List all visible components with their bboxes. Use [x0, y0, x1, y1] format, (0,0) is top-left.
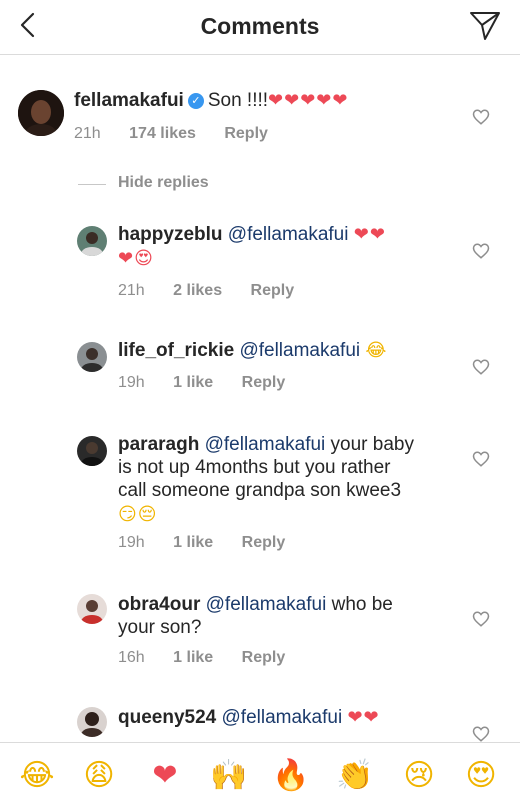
comment-time: 19h [118, 374, 145, 391]
like-heart-icon[interactable] [472, 108, 490, 126]
comment-meta: 16h 1 like Reply [118, 649, 309, 667]
fire-emoji-button[interactable]: 🔥 [272, 757, 310, 795]
heart-eyes-emoji-button[interactable]: 😍 [462, 757, 500, 795]
emoji-quick-bar: 😂 😩 ❤ 🙌 🔥 👏 😢 😍 [0, 742, 520, 801]
comment-text: is not up 4months but you rather [118, 457, 391, 478]
emoji-line: ❤😍 [118, 248, 154, 269]
comment-username[interactable]: queeny524 [118, 707, 216, 728]
emoji-line: 😏😔 [118, 504, 158, 525]
avatar[interactable] [77, 226, 107, 256]
comment-username[interactable]: pararagh [118, 434, 199, 455]
comment-text: your son? [118, 617, 202, 638]
comment-text: Son !!!! [207, 90, 269, 111]
comment-meta: 19h 1 like Reply [118, 534, 309, 552]
like-heart-icon[interactable] [472, 450, 490, 468]
comment-likes[interactable]: 174 likes [129, 125, 196, 142]
comment-time: 19h [118, 534, 145, 551]
mention-link[interactable]: @fellamakafui [222, 707, 343, 728]
mention-link[interactable]: @fellamakafui [206, 594, 327, 615]
like-heart-icon[interactable] [472, 610, 490, 628]
comment-username[interactable]: obra4our [118, 594, 200, 615]
comment-text: your baby [330, 434, 414, 455]
header-bar: Comments [0, 0, 520, 55]
page-title: Comments [200, 13, 320, 39]
verified-badge-icon: ✓ [187, 93, 204, 109]
weary-emoji-button[interactable]: 😩 [80, 757, 118, 795]
comment-time: 21h [118, 282, 145, 299]
comment-username[interactable]: fellamakafui [74, 90, 184, 111]
comment-username[interactable]: happyzeblu [118, 224, 223, 245]
raised-hands-emoji-button[interactable]: 🙌 [210, 757, 248, 795]
hide-replies-divider [78, 184, 106, 185]
heart-emojis: ❤❤ [353, 224, 386, 245]
comment-text: call someone grandpa son kwee3 [118, 480, 402, 501]
reply-button[interactable]: Reply [242, 374, 286, 391]
like-heart-icon[interactable] [472, 358, 490, 376]
crying-emoji-button[interactable]: 😢 [400, 757, 438, 795]
reply-button[interactable]: Reply [242, 649, 286, 666]
mention-link[interactable]: @fellamakafui [228, 224, 349, 245]
laughing-emoji-button[interactable]: 😂 [18, 757, 56, 795]
comment-meta: 21h 2 likes Reply [118, 282, 318, 300]
avatar[interactable] [18, 90, 64, 136]
hide-replies-button[interactable]: Hide replies [118, 174, 209, 192]
mention-link[interactable]: @fellamakafui [239, 340, 360, 361]
avatar[interactable] [77, 342, 107, 372]
comment-likes[interactable]: 1 like [173, 649, 213, 666]
comment-username[interactable]: life_of_rickie [118, 340, 234, 361]
reply-button[interactable]: Reply [224, 125, 268, 142]
avatar[interactable] [77, 594, 107, 624]
comment-time: 16h [118, 649, 145, 666]
comment-likes[interactable]: 1 like [173, 374, 213, 391]
reply-button[interactable]: Reply [242, 534, 286, 551]
clapping-emoji-button[interactable]: 👏 [336, 757, 374, 795]
avatar[interactable] [77, 436, 107, 466]
mention-link[interactable]: @fellamakafui [205, 434, 326, 455]
comment-meta: 21h 174 likes Reply [74, 125, 292, 143]
comment-likes[interactable]: 1 like [173, 534, 213, 551]
avatar[interactable] [77, 707, 107, 737]
comment-likes[interactable]: 2 likes [173, 282, 222, 299]
send-direct-icon[interactable] [468, 8, 502, 42]
heart-emojis: ❤❤❤❤❤ [268, 90, 349, 111]
heart-emojis: ❤❤ [347, 707, 380, 728]
heart-emoji-button[interactable]: ❤ [146, 757, 184, 795]
comment-time: 21h [74, 125, 101, 142]
comment-meta: 19h 1 like Reply [118, 374, 309, 392]
laughing-emoji: 😂 [365, 340, 388, 361]
like-heart-icon[interactable] [472, 242, 490, 260]
like-heart-icon[interactable] [472, 725, 490, 743]
comment-text: who be [331, 594, 393, 615]
reply-button[interactable]: Reply [251, 282, 295, 299]
